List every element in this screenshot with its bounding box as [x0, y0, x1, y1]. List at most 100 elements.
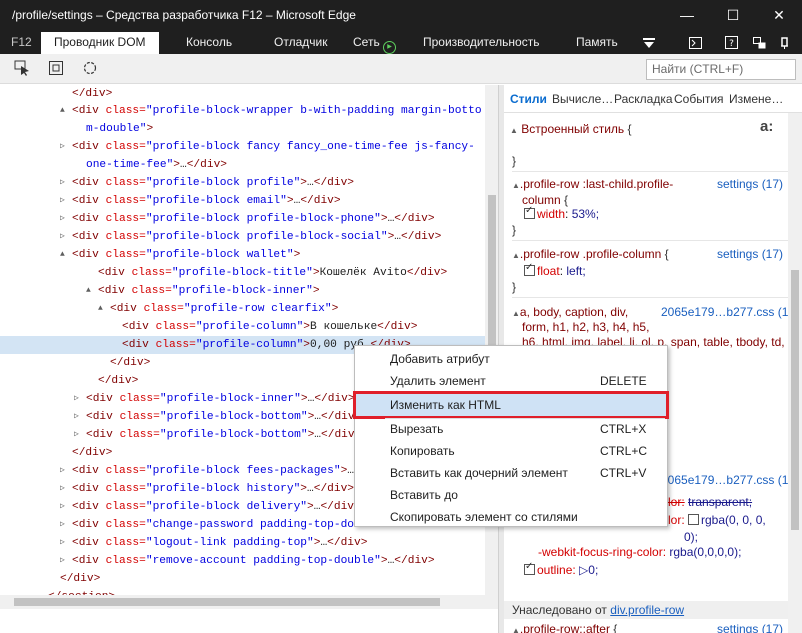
find-input[interactable]: Найти (CTRL+F)	[646, 59, 796, 80]
rule3-selector-line1[interactable]: ▲a, body, caption, div,	[512, 305, 628, 319]
rule4-value1: transparent;	[688, 495, 753, 509]
tab-debugger[interactable]: Отладчик	[274, 32, 327, 54]
styles-vertical-scroll-thumb[interactable]	[791, 270, 799, 530]
tab-performance[interactable]: Производительность	[423, 32, 539, 54]
close-button[interactable]: ✕	[756, 0, 802, 32]
dom-node-content: </div>	[60, 444, 112, 462]
dom-token: …	[180, 159, 187, 171]
subtab-styles[interactable]: Стили	[510, 92, 547, 106]
pin-icon[interactable]	[776, 32, 798, 54]
expand-triangle-icon[interactable]: ▷	[74, 390, 86, 408]
menu-item-copy[interactable]: Копировать CTRL+C	[356, 440, 666, 462]
menu-item-copy-with-styles[interactable]: Скопировать элемент со стилями	[356, 506, 666, 528]
expand-triangle-icon[interactable]: ▷	[60, 138, 72, 156]
rule-separator	[512, 240, 790, 241]
more-tools-icon[interactable]	[638, 32, 660, 54]
console-toggle-icon[interactable]	[684, 32, 706, 54]
subtab-layout[interactable]: Раскладка	[614, 92, 673, 106]
dom-token: </div>	[300, 195, 341, 207]
dom-token: …	[347, 465, 355, 477]
dom-token: class=	[105, 195, 146, 207]
select-element-icon[interactable]	[14, 60, 30, 76]
inline-style-rule[interactable]: ▲ Встроенный стиль {	[510, 122, 632, 136]
dom-token: class=	[105, 555, 146, 567]
expand-triangle-icon[interactable]: ▷	[60, 210, 72, 228]
rule2-source-link[interactable]: settings (17)	[717, 247, 783, 261]
expand-triangle-icon[interactable]: ▷	[60, 462, 72, 480]
expand-triangle-icon[interactable]: ▷	[60, 552, 72, 570]
highlight-elements-icon[interactable]	[48, 60, 64, 76]
maximize-button[interactable]: ☐	[710, 0, 756, 32]
dom-token: class=	[105, 141, 146, 153]
rule1-source-link[interactable]: settings (17)	[717, 177, 783, 191]
dom-token: <div	[122, 321, 156, 333]
tab-console[interactable]: Консоль	[186, 32, 232, 54]
rule4-decl2[interactable]: lor: rgba(0, 0, 0,	[668, 513, 766, 527]
rule4-color-swatch[interactable]	[688, 514, 700, 525]
help-icon[interactable]: ?	[720, 32, 742, 54]
f12-label: F12	[11, 35, 32, 49]
rule4-value2-cont: 0);	[684, 530, 699, 544]
dom-token: "profile-block wallet"	[145, 249, 294, 261]
dom-token: "remove-account padding-top-double"	[145, 555, 381, 567]
subtab-computed[interactable]: Вычисле…	[552, 92, 613, 106]
tab-dom-explorer[interactable]: Проводник DOM	[41, 32, 159, 54]
menu-item-edit-as-html[interactable]: Изменить как HTML	[353, 391, 669, 419]
context-menu: Добавить атрибут Удалить элемент DELETE И…	[353, 345, 669, 528]
rule3-source-link[interactable]: 2065e179…b277.css (1)	[661, 305, 792, 319]
dom-node-content: </div>	[48, 570, 100, 588]
rule5-selector[interactable]: ▲.profile-row::after {	[512, 622, 617, 633]
refresh-icon[interactable]	[82, 60, 98, 76]
expand-triangle-icon[interactable]: ▷	[74, 408, 86, 426]
menu-item-paste-as-child[interactable]: Вставить как дочерний элемент CTRL+V	[356, 462, 666, 484]
dom-token: </div>	[186, 159, 228, 171]
expand-triangle-icon[interactable]: ▷	[60, 534, 72, 552]
rule1-selector-line1[interactable]: ▲.profile-row :last-child.profile-	[512, 177, 673, 191]
collapse-triangle-icon[interactable]: ▲	[60, 102, 72, 120]
undock-icon[interactable]	[748, 32, 770, 54]
rule4-checkbox[interactable]	[524, 561, 535, 575]
expand-triangle-icon[interactable]: ▷	[60, 480, 72, 498]
tab-memory[interactable]: Память	[576, 32, 618, 54]
minimize-button[interactable]: —	[664, 0, 710, 32]
dom-token: class=	[155, 321, 196, 333]
rule2-declaration[interactable]: float: left;	[524, 262, 586, 278]
dom-token: </div>	[110, 357, 151, 369]
inherited-link[interactable]: div.profile-row	[610, 603, 684, 617]
menu-item-label: Скопировать элемент со стилями	[390, 510, 578, 524]
rule5-source-link[interactable]: settings (17)	[717, 622, 783, 633]
dom-token: class=	[119, 393, 160, 405]
rule1-declaration[interactable]: width: 53%;	[524, 205, 599, 221]
dom-node-content: ▲ <div class="profile-block-wrapper b-wit…	[60, 102, 482, 120]
collapse-triangle-icon[interactable]: ▲	[98, 300, 110, 318]
menu-item-delete-element[interactable]: Удалить элемент DELETE	[356, 370, 666, 392]
rule2-selector[interactable]: ▲.profile-row .profile-column {	[512, 247, 669, 261]
expand-triangle-icon[interactable]: ▷	[60, 192, 72, 210]
rule4-source-link[interactable]: 2065e179…b277.css (1)	[661, 473, 792, 487]
collapse-triangle-icon[interactable]: ▲	[86, 282, 98, 300]
expand-triangle-icon[interactable]: ▷	[74, 426, 86, 444]
rule4-prop1: lor:	[668, 495, 685, 509]
subtab-changes[interactable]: Измене…	[729, 92, 783, 106]
rule4-decl4[interactable]: outline: ▷0;	[524, 561, 598, 577]
rule2-checkbox[interactable]	[524, 262, 535, 276]
rule4-decl1[interactable]: lor: transparent;	[668, 495, 752, 509]
menu-item-paste-before[interactable]: Вставить до	[356, 484, 666, 506]
menu-item-cut[interactable]: Вырезать CTRL+X	[356, 418, 666, 440]
subtab-events[interactable]: События	[674, 92, 724, 106]
rule4-decl3[interactable]: -webkit-focus-ring-color: rgba(0,0,0,0);	[538, 545, 741, 559]
menu-item-shortcut: CTRL+C	[600, 444, 648, 458]
expand-triangle-icon[interactable]: ▷	[60, 174, 72, 192]
dom-toolbar: Найти (CTRL+F)	[0, 54, 802, 84]
rule1-checkbox[interactable]	[524, 205, 535, 219]
dom-token: one-time-fee"	[86, 159, 174, 171]
expand-triangle-icon[interactable]: ▷	[60, 516, 72, 534]
expand-triangle-icon[interactable]: ▷	[60, 228, 72, 246]
dom-horizontal-scroll-thumb[interactable]	[14, 598, 440, 606]
tab-network[interactable]: Сеть ▶	[353, 32, 397, 54]
collapse-triangle-icon[interactable]: ▲	[60, 246, 72, 264]
dom-token: class=	[105, 231, 146, 243]
expand-triangle-icon[interactable]: ▷	[60, 498, 72, 516]
aa-icon[interactable]: a:	[760, 118, 773, 135]
menu-item-add-attribute[interactable]: Добавить атрибут	[356, 348, 666, 370]
